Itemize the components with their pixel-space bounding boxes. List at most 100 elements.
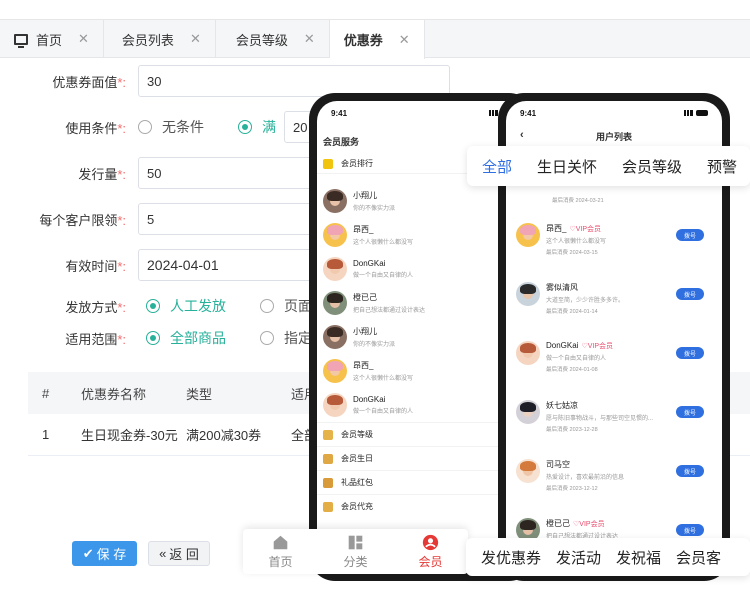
radio-all-products[interactable]: 全部商品 [146, 328, 226, 348]
save-button[interactable]: ✔ 保 存 [72, 541, 137, 566]
check-icon: ✔ [82, 545, 94, 561]
radio-page-issue[interactable]: 页面 [260, 296, 312, 316]
filter-tab-level[interactable]: 会员等级 [622, 156, 682, 177]
list-item[interactable]: DonGKai ♡VIP会员 做一个自由又自律的人 最后消费 2024-01-08 拨… [506, 341, 712, 373]
list-item[interactable]: 橙已己 把自己想法都通过设计表达 [317, 286, 527, 320]
double-chevron-left-icon: « [159, 546, 167, 561]
radio-specific-products[interactable]: 指定 [260, 328, 312, 348]
tab-member-list[interactable]: 会员列表 ✕ [104, 20, 216, 58]
page-title: 用户列表 [595, 131, 632, 142]
signal-icon [684, 110, 693, 116]
dial-button[interactable]: 拨号 [676, 229, 704, 241]
per-customer-row: 每个客户限领*: 5 [0, 203, 338, 235]
valid-time-input[interactable]: 2024-04-01 [138, 249, 338, 281]
top-bar [0, 0, 750, 20]
vip-badge: ♡VIP会员 [581, 343, 614, 350]
avatar [323, 359, 347, 383]
send-coupon-action[interactable]: 发优惠券 [481, 547, 541, 568]
send-event-action[interactable]: 发活动 [556, 547, 601, 568]
avatar [516, 459, 540, 483]
close-icon[interactable]: ✕ [304, 31, 315, 47]
status-time: 9:41 [331, 108, 348, 118]
list-item[interactable]: 昂西_ 这个人很懒什么都没写 [317, 354, 527, 388]
back-arrow-icon[interactable]: ‹ [520, 129, 524, 141]
action-bar: 发优惠券 发活动 发祝福 会员客 [466, 538, 750, 576]
list-item[interactable]: 雾似清风 大道至简，少少许胜多多许。 最后消费 2024-01-14 拨号 [506, 282, 712, 315]
list-item[interactable]: 司马空 热爱设计，喜欢最前沿的信息 最后消费 2023-12-12 拨号 [506, 459, 712, 492]
filter-tabs: 全部 生日关怀 会员等级 预警 [467, 146, 750, 186]
list-item[interactable]: DonGKai 做一个自由又自律的人 [317, 252, 527, 286]
scope-row: 适用范围*: 全部商品 指定 [65, 328, 312, 348]
nav-category[interactable]: 分类 [318, 529, 393, 574]
radio-full-condition[interactable]: 满 [238, 117, 276, 137]
filter-tab-all[interactable]: 全部 [482, 156, 512, 177]
list-item[interactable]: 妖七姑凉 愿与陈旧事物战斗，与那些司空见惯的... 最后消费 2023-12-28 … [506, 400, 712, 433]
dial-button[interactable]: 拨号 [676, 524, 704, 536]
quantity-row: 发行量*: 50 [0, 157, 338, 189]
tab-coupon[interactable]: 优惠券 ✕ [329, 20, 425, 59]
avatar [323, 291, 347, 315]
avatar [323, 189, 347, 213]
list-item[interactable]: 昂西_ 这个人很懒什么都没写 [317, 218, 527, 252]
home-icon [273, 535, 288, 549]
per-customer-input[interactable]: 5 [138, 203, 338, 235]
menu-member-recharge[interactable]: 会员代充 [317, 494, 527, 518]
radio-no-condition[interactable]: 无条件 [138, 117, 204, 137]
member-service-action[interactable]: 会员客 [676, 547, 721, 568]
nav-home[interactable]: 首页 [243, 529, 318, 574]
tab-label: 会员列表 [121, 32, 174, 48]
dial-button[interactable]: 拨号 [676, 347, 704, 359]
bottom-nav: 首页 分类 会员 [243, 529, 468, 574]
list-item[interactable]: 小翔儿 你的不像实力派 [317, 320, 527, 354]
close-icon[interactable]: ✕ [78, 31, 89, 47]
face-value-label: 优惠券面值 [52, 74, 118, 90]
category-icon [348, 535, 363, 549]
birthday-icon [323, 453, 333, 464]
list-item[interactable]: DonGKai 做一个自由又自律的人 [317, 388, 527, 422]
level-icon [323, 429, 333, 440]
battery-icon [696, 110, 708, 116]
send-greeting-action[interactable]: 发祝福 [616, 547, 661, 568]
issue-method-row: 发放方式*: 人工发放 页面 [65, 296, 312, 316]
dial-button[interactable]: 拨号 [676, 406, 704, 418]
quantity-label: 发行量 [78, 166, 118, 182]
list-item[interactable]: 昂西_ ♡VIP会员 这个人很懒什么都没写 最后消费 2024-03-15 拨号 [506, 223, 712, 256]
tab-member-level[interactable]: 会员等级 ✕ [216, 20, 330, 58]
avatar [516, 400, 540, 424]
radio-manual-issue[interactable]: 人工发放 [146, 296, 226, 316]
dial-button[interactable]: 拨号 [676, 288, 704, 300]
menu-gift-packet[interactable]: 礼品红包 [317, 470, 527, 494]
tab-label: 首页 [36, 32, 63, 48]
nav-member[interactable]: 会员 [393, 529, 468, 574]
signal-icon [489, 110, 498, 116]
close-icon[interactable]: ✕ [190, 31, 201, 47]
tab-label: 会员等级 [235, 32, 288, 48]
filter-tab-warning[interactable]: 预警 [707, 156, 737, 177]
vip-badge: ♡VIP会员 [573, 521, 605, 528]
valid-time-label: 有效时间 [65, 258, 118, 274]
valid-time-row: 有效时间*: 2024-04-01 [0, 249, 338, 281]
trophy-icon [323, 158, 333, 169]
avatar [323, 325, 347, 349]
per-customer-label: 每个客户限领 [39, 212, 118, 228]
condition-label: 使用条件 [65, 120, 118, 136]
avatar [516, 282, 540, 306]
menu-member-level[interactable]: 会员等级 [317, 422, 527, 446]
avatar [323, 393, 347, 417]
tab-home[interactable]: 首页 ✕ [0, 20, 104, 58]
back-button[interactable]: « 返 回 [148, 541, 210, 566]
monitor-icon [14, 33, 28, 48]
menu-member-birthday[interactable]: 会员生日 [317, 446, 527, 470]
list-item[interactable]: 小翔儿 你的不像实力派 [317, 184, 527, 218]
dial-button[interactable]: 拨号 [676, 465, 704, 477]
avatar [323, 257, 347, 281]
issue-method-label: 发放方式 [65, 299, 118, 315]
quantity-input[interactable]: 50 [138, 157, 338, 189]
vip-badge: ♡VIP会员 [569, 226, 602, 233]
status-time: 9:41 [520, 108, 537, 118]
close-icon[interactable]: ✕ [399, 32, 410, 48]
filter-tab-birthday[interactable]: 生日关怀 [537, 156, 597, 177]
tab-label: 优惠券 [343, 33, 383, 48]
avatar [323, 223, 347, 247]
avatar [516, 223, 540, 247]
